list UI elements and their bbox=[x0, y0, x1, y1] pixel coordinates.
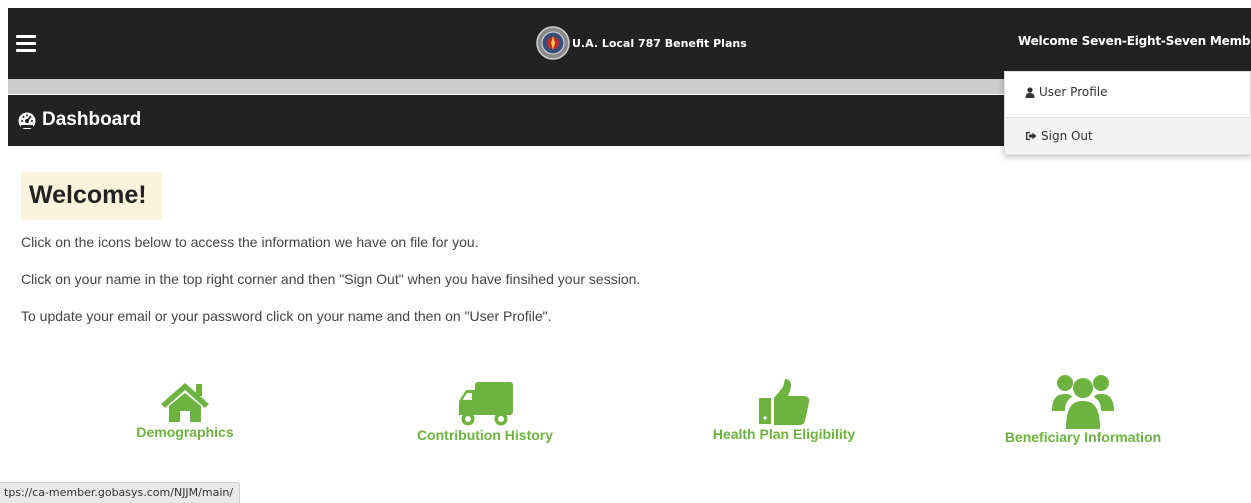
user-icon bbox=[1025, 86, 1035, 98]
brand-name: U.A. Local 787 Benefit Plans bbox=[572, 36, 747, 50]
user-profile-label: User Profile bbox=[1039, 85, 1108, 99]
user-dropdown-menu: User Profile Sign Out bbox=[1004, 71, 1251, 155]
union-logo-icon bbox=[536, 26, 570, 60]
instruction-text: Click on the icons below to access the i… bbox=[21, 234, 479, 250]
sign-out-menu-item[interactable]: Sign Out bbox=[1005, 117, 1251, 154]
user-profile-menu-item[interactable]: User Profile bbox=[1005, 74, 1251, 110]
sign-out-label: Sign Out bbox=[1041, 129, 1093, 143]
contribution-history-tile[interactable]: Contribution History bbox=[400, 381, 570, 443]
welcome-heading-box: Welcome! bbox=[21, 172, 162, 220]
tile-label: Contribution History bbox=[416, 427, 554, 443]
users-icon bbox=[1052, 375, 1114, 429]
instruction-text: Click on your name in the top right corn… bbox=[21, 271, 641, 287]
tile-label: Demographics bbox=[136, 424, 234, 440]
user-menu-toggle[interactable]: Welcome Seven-Eight-Seven Member bbox=[1018, 34, 1251, 48]
beneficiary-information-tile[interactable]: Beneficiary Information bbox=[995, 373, 1171, 445]
demographics-tile[interactable]: Demographics bbox=[110, 380, 260, 440]
brand[interactable]: U.A. Local 787 Benefit Plans bbox=[536, 21, 747, 65]
truck-icon bbox=[459, 382, 513, 426]
welcome-heading: Welcome! bbox=[29, 181, 147, 209]
hamburger-menu-icon[interactable] bbox=[16, 35, 36, 53]
dashboard-icon bbox=[18, 112, 36, 129]
sign-out-icon bbox=[1026, 132, 1037, 140]
health-plan-eligibility-tile[interactable]: Health Plan Eligibility bbox=[699, 378, 869, 442]
top-navbar: U.A. Local 787 Benefit Plans Welcome Sev… bbox=[8, 8, 1251, 79]
home-icon bbox=[161, 383, 209, 422]
thumbs-up-icon bbox=[759, 379, 810, 425]
instruction-text: To update your email or your password cl… bbox=[21, 308, 552, 324]
tile-label: Beneficiary Information bbox=[1004, 429, 1162, 445]
page-title: Dashboard bbox=[42, 109, 142, 130]
tile-label: Health Plan Eligibility bbox=[712, 426, 856, 442]
status-bar-url: tps://ca-member.gobasys.com/NJJM/main/ bbox=[0, 482, 241, 503]
